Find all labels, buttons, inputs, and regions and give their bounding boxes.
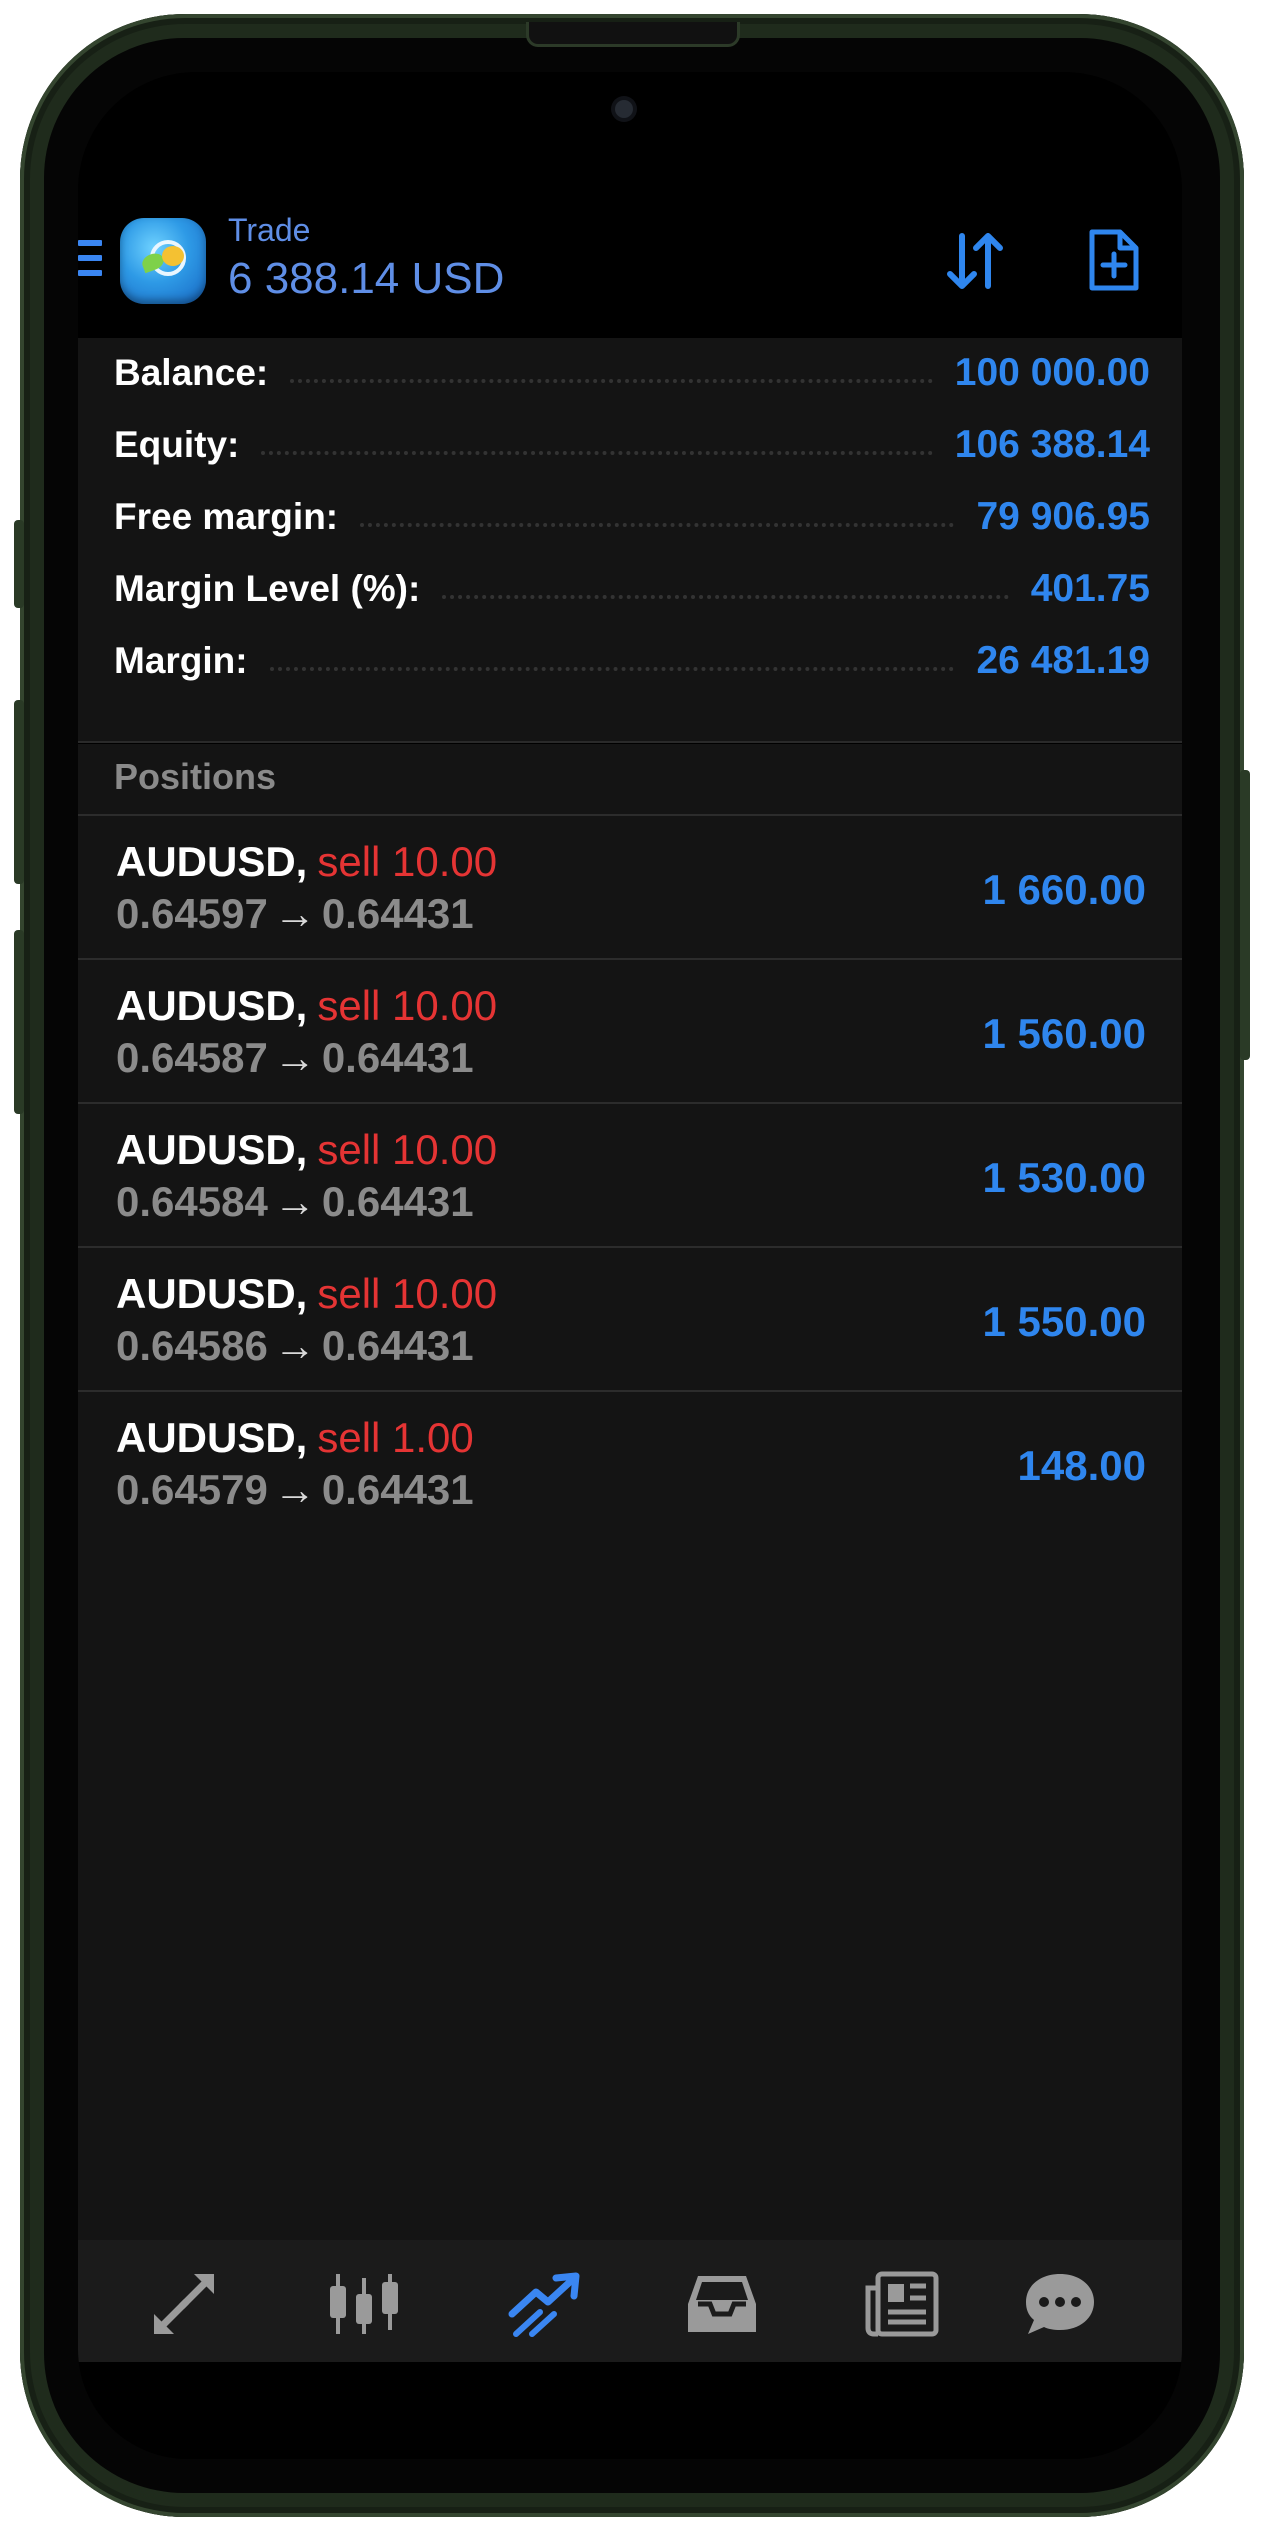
position-profit: 1 560.00 — [982, 1010, 1147, 1057]
current-price: 0.64431 — [321, 890, 474, 937]
current-price: 0.64431 — [321, 1178, 474, 1225]
menu-icon[interactable] — [78, 240, 102, 276]
position-profit: 1 530.00 — [982, 1154, 1147, 1201]
earpiece-speaker — [526, 22, 740, 47]
positions-title: Positions — [114, 756, 277, 797]
dotted-leader — [442, 595, 1009, 599]
dotted-leader — [261, 451, 933, 455]
front-camera — [615, 100, 633, 118]
home-indicator-area — [78, 2362, 1182, 2459]
dotted-leader — [360, 523, 955, 527]
position-row[interactable]: AUDUSD, sell 10.00 0.64587 → 0.64431 1 560.… — [78, 958, 1182, 1102]
divider — [78, 741, 1182, 743]
power-button — [1240, 770, 1250, 1060]
open-price: 0.64597 — [116, 890, 268, 937]
messages-icon[interactable] — [1022, 2270, 1098, 2338]
mute-switch — [14, 520, 24, 608]
quotes-icon[interactable] — [146, 2270, 222, 2338]
summary-label: Equity: — [114, 424, 240, 465]
positions-list: AUDUSD, sell 10.00 0.64597 → 0.64431 1 660.… — [78, 814, 1182, 1536]
position-side: sell 10.00 — [317, 982, 498, 1029]
empty-list-area — [78, 1534, 1182, 2240]
page-title: Trade — [228, 212, 311, 248]
summary-value: 106 388.14 — [954, 423, 1150, 466]
position-symbol: AUDUSD, — [116, 1126, 308, 1173]
current-price: 0.64431 — [321, 1322, 474, 1369]
open-price: 0.64587 — [116, 1034, 268, 1081]
position-side: sell 10.00 — [317, 1126, 498, 1173]
volume-down-button — [14, 930, 24, 1114]
position-symbol: AUDUSD, — [116, 1414, 308, 1461]
news-icon[interactable] — [864, 2270, 940, 2338]
position-side: sell 10.00 — [317, 838, 498, 885]
open-price: 0.64579 — [116, 1466, 268, 1513]
summary-label: Balance: — [114, 352, 269, 393]
summary-label: Free margin: — [114, 496, 339, 537]
summary-row-margin-level: Margin Level (%): 401.75 — [114, 564, 1150, 614]
arrow-right-icon: → — [273, 1466, 316, 1513]
arrow-right-icon: → — [273, 1178, 316, 1225]
summary-row-free-margin: Free margin: 79 906.95 — [114, 492, 1150, 542]
summary-label: Margin Level (%): — [114, 568, 421, 609]
position-profit: 1 660.00 — [982, 866, 1147, 913]
sort-icon[interactable] — [944, 230, 1006, 292]
position-profit: 148.00 — [1017, 1442, 1146, 1489]
bottom-navigation — [78, 2240, 1182, 2362]
arrow-right-icon: → — [273, 1322, 316, 1369]
summary-label: Margin: — [114, 640, 248, 681]
dotted-leader — [269, 667, 955, 671]
position-symbol: AUDUSD, — [116, 1270, 308, 1317]
open-price: 0.64584 — [116, 1178, 268, 1225]
position-row[interactable]: AUDUSD, sell 10.00 0.64586 → 0.64431 1 550.… — [78, 1246, 1182, 1390]
open-price: 0.64586 — [116, 1322, 268, 1369]
summary-value: 79 906.95 — [976, 495, 1150, 538]
current-price: 0.64431 — [321, 1034, 474, 1081]
dotted-leader — [290, 379, 933, 383]
summary-value: 401.75 — [1030, 567, 1150, 610]
current-price: 0.64431 — [321, 1466, 474, 1513]
summary-value: 26 481.19 — [976, 639, 1150, 682]
chart-icon[interactable] — [326, 2270, 402, 2338]
position-side: sell 10.00 — [317, 1270, 498, 1317]
notch — [401, 72, 859, 168]
position-row[interactable]: AUDUSD, sell 10.00 0.64584 → 0.64431 1 530.… — [78, 1102, 1182, 1246]
account-summary: Balance: 100 000.00 Equity: 106 388.14 F… — [78, 338, 1182, 742]
position-side: sell 1.00 — [317, 1414, 474, 1461]
app-header: Trade 6 388.14 USD — [78, 190, 1182, 338]
summary-row-balance: Balance: 100 000.00 — [114, 348, 1150, 398]
positions-section-header: Positions — [78, 744, 1182, 814]
summary-value: 100 000.00 — [954, 351, 1150, 394]
position-symbol: AUDUSD, — [116, 838, 308, 885]
position-row[interactable]: AUDUSD, sell 10.00 0.64597 → 0.64431 1 660.… — [78, 814, 1182, 958]
history-icon[interactable] — [684, 2270, 760, 2338]
position-symbol: AUDUSD, — [116, 982, 308, 1029]
header-profit: 6 388.14 USD — [228, 254, 505, 303]
new-order-icon[interactable] — [1088, 228, 1140, 292]
summary-row-margin: Margin: 26 481.19 — [114, 636, 1150, 686]
arrow-right-icon: → — [273, 890, 316, 937]
arrow-right-icon: → — [273, 1034, 316, 1081]
position-profit: 1 550.00 — [982, 1298, 1147, 1345]
screen: Trade 6 388.14 USD Balance: 100 000.00 E… — [78, 72, 1182, 2459]
trade-icon[interactable] — [506, 2270, 582, 2338]
summary-row-equity: Equity: 106 388.14 — [114, 420, 1150, 470]
position-row[interactable]: AUDUSD, sell 1.00 0.64579 → 0.64431 148.00 — [78, 1390, 1182, 1536]
volume-up-button — [14, 700, 24, 884]
app-logo — [120, 218, 206, 304]
